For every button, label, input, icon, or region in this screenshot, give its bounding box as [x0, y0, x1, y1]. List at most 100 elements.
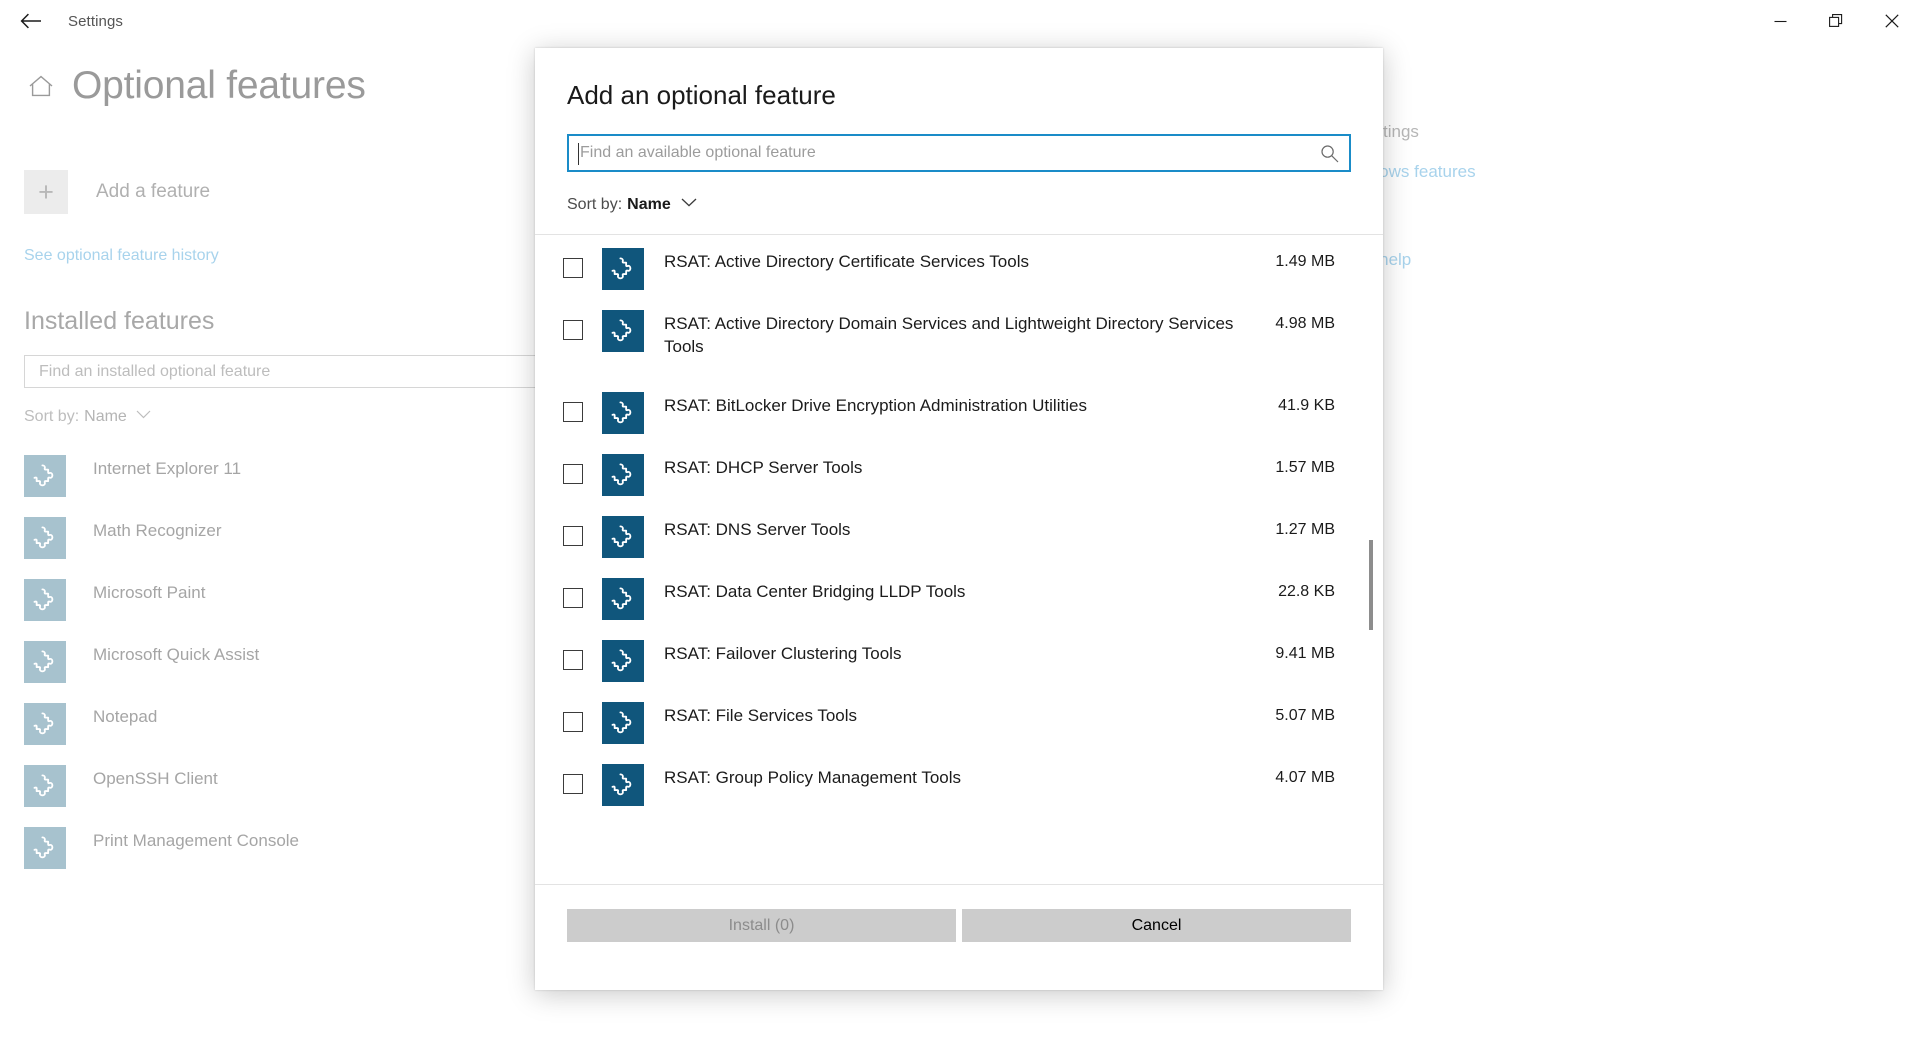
- add-optional-feature-dialog: Add an optional feature Sort by: Name: [535, 48, 1383, 990]
- feature-name: RSAT: Active Directory Domain Services a…: [664, 313, 1239, 359]
- available-features-list: RSAT: Active Directory Certificate Servi…: [535, 235, 1383, 815]
- back-arrow-icon: [20, 13, 42, 29]
- add-feature-tile: +: [24, 170, 68, 214]
- feature-checkbox[interactable]: [563, 402, 583, 422]
- puzzle-piece-icon: [610, 256, 636, 282]
- puzzle-piece-icon: [32, 587, 58, 613]
- feature-size: 4.98 MB: [1275, 315, 1335, 333]
- puzzle-piece-icon: [32, 711, 58, 737]
- chevron-down-icon: [136, 406, 151, 424]
- add-feature-label: Add a feature: [96, 181, 210, 203]
- install-button[interactable]: Install (0): [567, 909, 956, 942]
- minimize-button[interactable]: [1752, 0, 1808, 42]
- add-a-feature-button[interactable]: + Add a feature: [24, 170, 210, 214]
- feature-size: 41.9 KB: [1278, 397, 1335, 415]
- close-button[interactable]: [1864, 0, 1920, 42]
- feature-checkbox[interactable]: [563, 258, 583, 278]
- text-caret: [578, 143, 579, 165]
- dialog-sort-by[interactable]: Sort by: Name: [567, 196, 1383, 214]
- installed-feature-name: Microsoft Paint: [93, 582, 205, 603]
- plus-icon: +: [38, 179, 54, 206]
- dialog-scrollbar[interactable]: [1365, 235, 1377, 885]
- feature-icon: [602, 310, 644, 352]
- feature-icon: [24, 827, 66, 869]
- puzzle-piece-icon: [32, 463, 58, 489]
- installed-feature-texts: Notepad: [93, 703, 157, 727]
- caption-buttons: [1752, 0, 1920, 42]
- installed-feature-name: Math Recognizer: [93, 520, 222, 541]
- feature-size: 1.27 MB: [1275, 521, 1335, 539]
- search-icon[interactable]: [1319, 143, 1339, 163]
- feature-row[interactable]: RSAT: Failover Clustering Tools 9.41 MB: [535, 629, 1383, 691]
- feature-size: 1.49 MB: [1275, 253, 1335, 271]
- puzzle-piece-icon: [32, 835, 58, 861]
- installed-feature-texts: OpenSSH Client: [93, 765, 218, 789]
- dialog-footer: Install (0) Cancel: [535, 885, 1383, 990]
- page-header: Optional features: [24, 66, 366, 105]
- puzzle-piece-icon: [610, 318, 636, 344]
- feature-icon: [602, 702, 644, 744]
- feature-checkbox[interactable]: [563, 464, 583, 484]
- feature-icon: [602, 578, 644, 620]
- feature-icon: [24, 455, 66, 497]
- dialog-search-box[interactable]: [567, 134, 1351, 172]
- scrollbar-thumb[interactable]: [1369, 540, 1373, 630]
- feature-size: 5.07 MB: [1275, 707, 1335, 725]
- installed-feature-texts: Microsoft Paint: [93, 579, 205, 603]
- restore-button[interactable]: [1808, 0, 1864, 42]
- feature-name: RSAT: Data Center Bridging LLDP Tools: [664, 581, 965, 604]
- feature-icon: [602, 392, 644, 434]
- minimize-icon: [1774, 15, 1787, 28]
- puzzle-piece-icon: [610, 648, 636, 674]
- feature-row[interactable]: RSAT: Active Directory Domain Services a…: [535, 299, 1383, 381]
- installed-feature-name: Print Management Console: [93, 830, 299, 851]
- puzzle-piece-icon: [610, 524, 636, 550]
- installed-sort-label: Sort by:: [24, 408, 79, 426]
- feature-row[interactable]: RSAT: File Services Tools5.07 MB: [535, 691, 1383, 753]
- feature-row[interactable]: RSAT: Active Directory Certificate Servi…: [535, 237, 1383, 299]
- installed-feature-texts: Microsoft Quick Assist: [93, 641, 259, 665]
- dialog-sort-label: Sort by:: [567, 196, 622, 214]
- puzzle-piece-icon: [32, 525, 58, 551]
- feature-icon: [602, 248, 644, 290]
- feature-row[interactable]: RSAT: Group Policy Management Tools 4.07 …: [535, 753, 1383, 815]
- feature-row[interactable]: RSAT: DHCP Server Tools 1.57 MB: [535, 443, 1383, 505]
- restore-icon: [1829, 14, 1843, 28]
- feature-name: RSAT: Group Policy Management Tools: [664, 767, 961, 790]
- feature-row[interactable]: RSAT: BitLocker Drive Encryption Adminis…: [535, 381, 1383, 443]
- see-optional-feature-history-link[interactable]: See optional feature history: [24, 247, 219, 265]
- feature-checkbox[interactable]: [563, 774, 583, 794]
- feature-size: 1.57 MB: [1275, 459, 1335, 477]
- feature-size: 22.8 KB: [1278, 583, 1335, 601]
- installed-feature-name: Notepad: [93, 706, 157, 727]
- puzzle-piece-icon: [610, 710, 636, 736]
- feature-checkbox[interactable]: [563, 588, 583, 608]
- dialog-sort-value: Name: [627, 196, 671, 214]
- feature-icon: [24, 579, 66, 621]
- feature-checkbox[interactable]: [563, 320, 583, 340]
- home-icon[interactable]: [24, 69, 58, 103]
- feature-name: RSAT: Failover Clustering Tools: [664, 643, 901, 666]
- feature-row[interactable]: RSAT: Data Center Bridging LLDP Tools 22.…: [535, 567, 1383, 629]
- feature-size: 9.41 MB: [1275, 645, 1335, 663]
- back-button[interactable]: [8, 0, 54, 42]
- puzzle-piece-icon: [32, 649, 58, 675]
- feature-checkbox[interactable]: [563, 650, 583, 670]
- title-bar: Settings: [0, 0, 1920, 42]
- settings-window: Settings: [0, 0, 1920, 1042]
- feature-row[interactable]: RSAT: DNS Server Tools1.27 MB: [535, 505, 1383, 567]
- close-icon: [1885, 14, 1899, 28]
- available-feature-search-input[interactable]: [569, 136, 1349, 170]
- feature-icon: [602, 764, 644, 806]
- feature-name: RSAT: BitLocker Drive Encryption Adminis…: [664, 395, 1087, 418]
- feature-icon: [24, 517, 66, 559]
- chevron-down-icon: [681, 194, 697, 212]
- feature-name: RSAT: DHCP Server Tools: [664, 457, 862, 480]
- feature-size: 4.07 MB: [1275, 769, 1335, 787]
- feature-checkbox[interactable]: [563, 712, 583, 732]
- cancel-button[interactable]: Cancel: [962, 909, 1351, 942]
- installed-feature-texts: Print Management Console: [93, 827, 299, 851]
- installed-sort-by[interactable]: Sort by: Name: [24, 408, 151, 426]
- feature-checkbox[interactable]: [563, 526, 583, 546]
- puzzle-piece-icon: [32, 773, 58, 799]
